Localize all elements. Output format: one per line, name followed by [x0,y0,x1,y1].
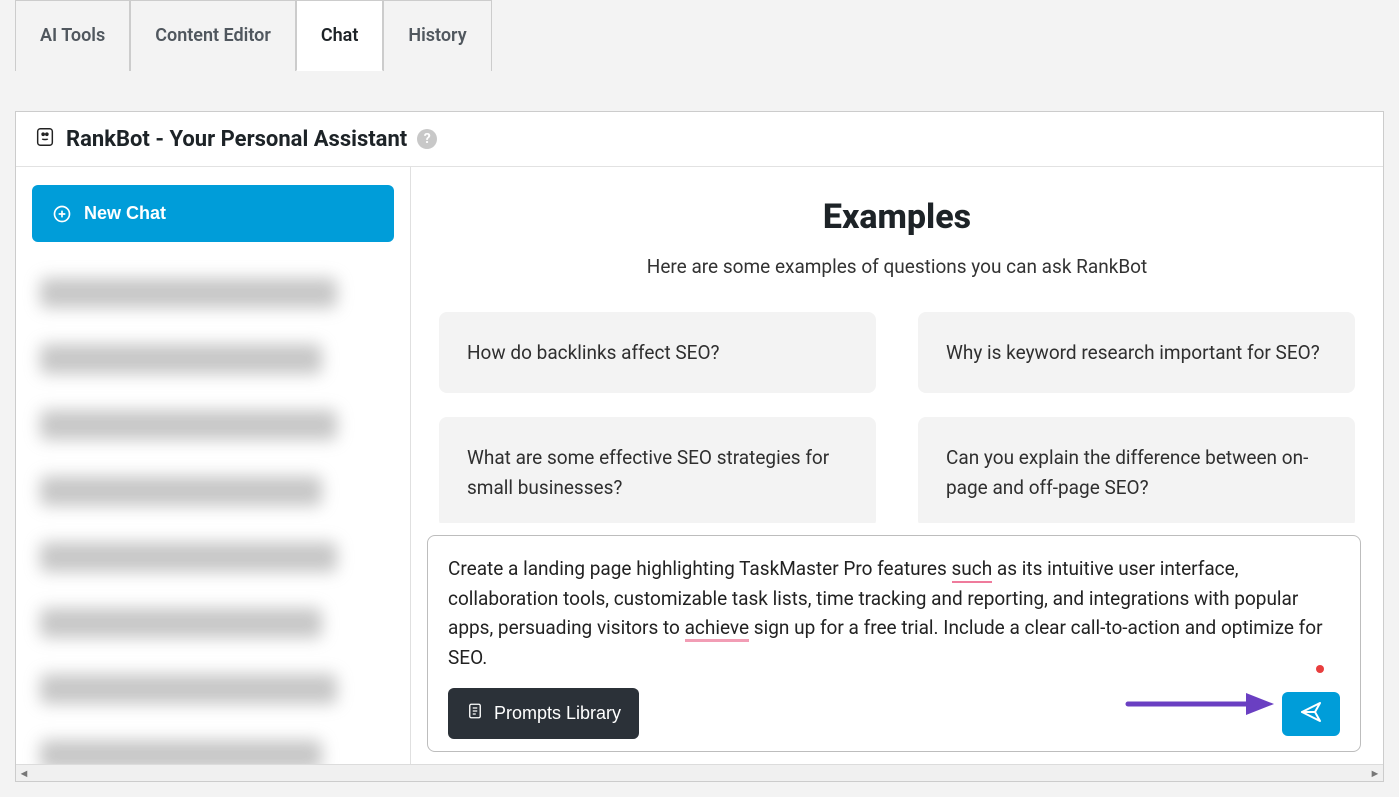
tab-history[interactable]: History [383,0,491,71]
example-card[interactable]: How do backlinks affect SEO? [439,312,876,393]
new-chat-label: New Chat [84,203,166,224]
grammar-indicator-dot [1316,665,1324,673]
example-card[interactable]: What are some effective SEO strategies f… [439,417,876,523]
chat-input[interactable]: Create a landing page highlighting TaskM… [448,554,1340,672]
tab-bar: AI Tools Content Editor Chat History [15,0,1399,71]
chat-history-item[interactable] [40,344,322,374]
chat-history-item[interactable] [40,542,337,572]
example-card[interactable]: Why is keyword research important for SE… [918,312,1355,393]
send-button[interactable] [1282,692,1340,736]
prompts-library-label: Prompts Library [494,703,621,724]
new-chat-button[interactable]: New Chat [32,185,394,242]
examples-subtitle: Here are some examples of questions you … [439,255,1355,278]
plus-circle-icon [52,204,72,224]
chat-history-item[interactable] [40,674,337,704]
tab-content-editor[interactable]: Content Editor [130,0,296,71]
panel-header: RankBot - Your Personal Assistant ? [16,112,1383,167]
example-cards: How do backlinks affect SEO? Why is keyw… [439,312,1355,523]
spellcheck-underline: such [952,557,993,583]
sidebar: New Chat [16,167,411,764]
examples-scroll: Examples Here are some examples of quest… [411,167,1383,523]
send-icon [1299,700,1323,727]
chat-history-item[interactable] [40,278,337,308]
example-card[interactable]: Can you explain the difference between o… [918,417,1355,523]
spellcheck-underline: achieve [685,616,749,642]
main-area: Examples Here are some examples of quest… [411,167,1383,764]
chat-history-item[interactable] [40,608,322,638]
examples-title: Examples [439,197,1355,237]
tab-ai-tools[interactable]: AI Tools [15,0,130,71]
scroll-right-icon[interactable]: ► [1367,765,1383,781]
input-toolbar: Prompts Library [448,688,1340,739]
chat-input-area: Create a landing page highlighting TaskM… [427,535,1361,752]
chat-history-item[interactable] [40,740,322,764]
chat-history-item[interactable] [40,410,337,440]
horizontal-scrollbar[interactable]: ◄ ► [16,764,1383,781]
scroll-left-icon[interactable]: ◄ [16,765,32,781]
content-row: New Chat Examples Here are some examples… [16,167,1383,764]
main-panel: RankBot - Your Personal Assistant ? New … [15,111,1384,782]
panel-title: RankBot - Your Personal Assistant [66,127,407,152]
help-icon[interactable]: ? [417,129,437,149]
chat-history-item[interactable] [40,476,322,506]
document-icon [466,702,484,725]
tab-chat[interactable]: Chat [296,0,384,71]
rankbot-icon [34,126,56,152]
prompts-library-button[interactable]: Prompts Library [448,688,639,739]
